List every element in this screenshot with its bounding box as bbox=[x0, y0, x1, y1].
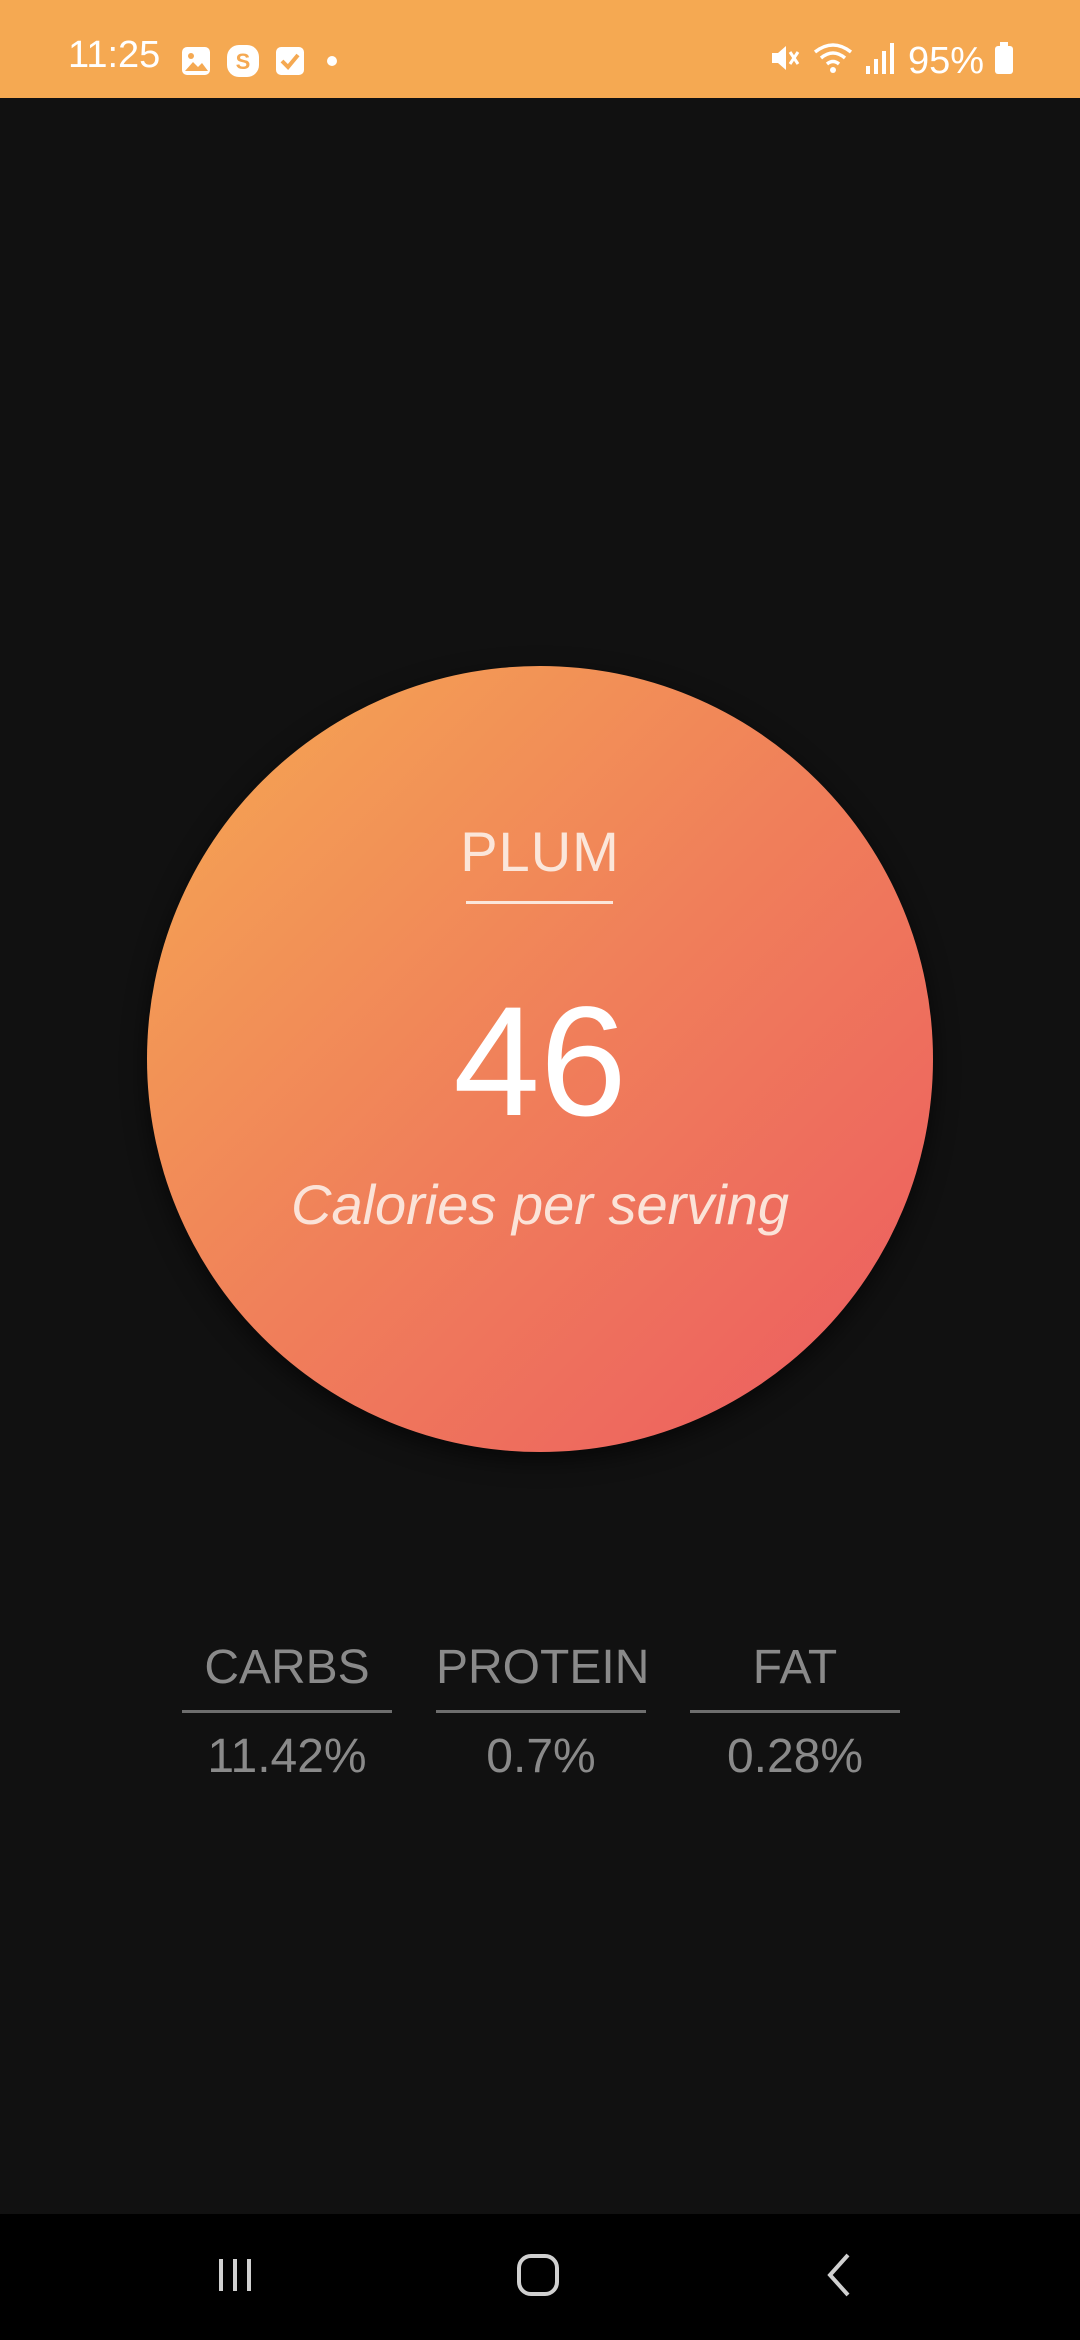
wifi-icon bbox=[812, 40, 854, 81]
macro-label: FAT bbox=[690, 1644, 900, 1713]
status-time: 11:25 bbox=[68, 34, 161, 76]
battery-icon bbox=[994, 40, 1014, 81]
calorie-circle: PLUM 46 Calories per serving bbox=[147, 666, 933, 1452]
recents-button[interactable] bbox=[155, 2214, 315, 2340]
home-button[interactable] bbox=[458, 2214, 618, 2340]
home-icon bbox=[514, 2251, 562, 2304]
system-icons: 95% bbox=[766, 40, 1014, 81]
macro-value: 11.42% bbox=[207, 1730, 367, 1783]
food-name: PLUM bbox=[460, 820, 620, 883]
app-screen: 11:25 S 95% PLUM 46 Calories per serving… bbox=[0, 0, 1080, 2340]
calorie-value: 46 bbox=[453, 975, 627, 1149]
image-icon bbox=[180, 45, 212, 82]
signal-icon bbox=[864, 40, 898, 81]
back-icon bbox=[818, 2251, 862, 2304]
s-app-icon: S bbox=[226, 44, 260, 83]
battery-percent: 95% bbox=[907, 39, 984, 82]
macro-carbs: CARBS 11.42% bbox=[182, 1644, 392, 1781]
navigation-bar bbox=[0, 2214, 1080, 2340]
macro-value: 0.7% bbox=[486, 1730, 596, 1783]
back-button[interactable] bbox=[760, 2214, 920, 2340]
macro-label: PROTEIN bbox=[436, 1644, 649, 1713]
macro-protein: PROTEIN 0.7% bbox=[436, 1644, 649, 1783]
dot-icon bbox=[320, 49, 344, 78]
macro-label: CARBS bbox=[182, 1644, 392, 1713]
macro-fat: FAT 0.28% bbox=[690, 1644, 900, 1781]
checkbox-icon bbox=[274, 45, 306, 82]
notification-icons: S bbox=[180, 44, 344, 83]
mute-icon bbox=[766, 40, 802, 81]
recents-icon bbox=[213, 2253, 257, 2302]
macros-row: CARBS 11.42% PROTEIN 0.7% FAT 0.28% bbox=[182, 1644, 900, 1781]
calorie-label: Calories per serving bbox=[291, 1173, 789, 1236]
food-name-underline bbox=[466, 901, 613, 904]
macro-value: 0.28% bbox=[726, 1730, 864, 1783]
svg-text:S: S bbox=[236, 49, 251, 74]
status-bar: 11:25 S 95% bbox=[0, 0, 1080, 98]
